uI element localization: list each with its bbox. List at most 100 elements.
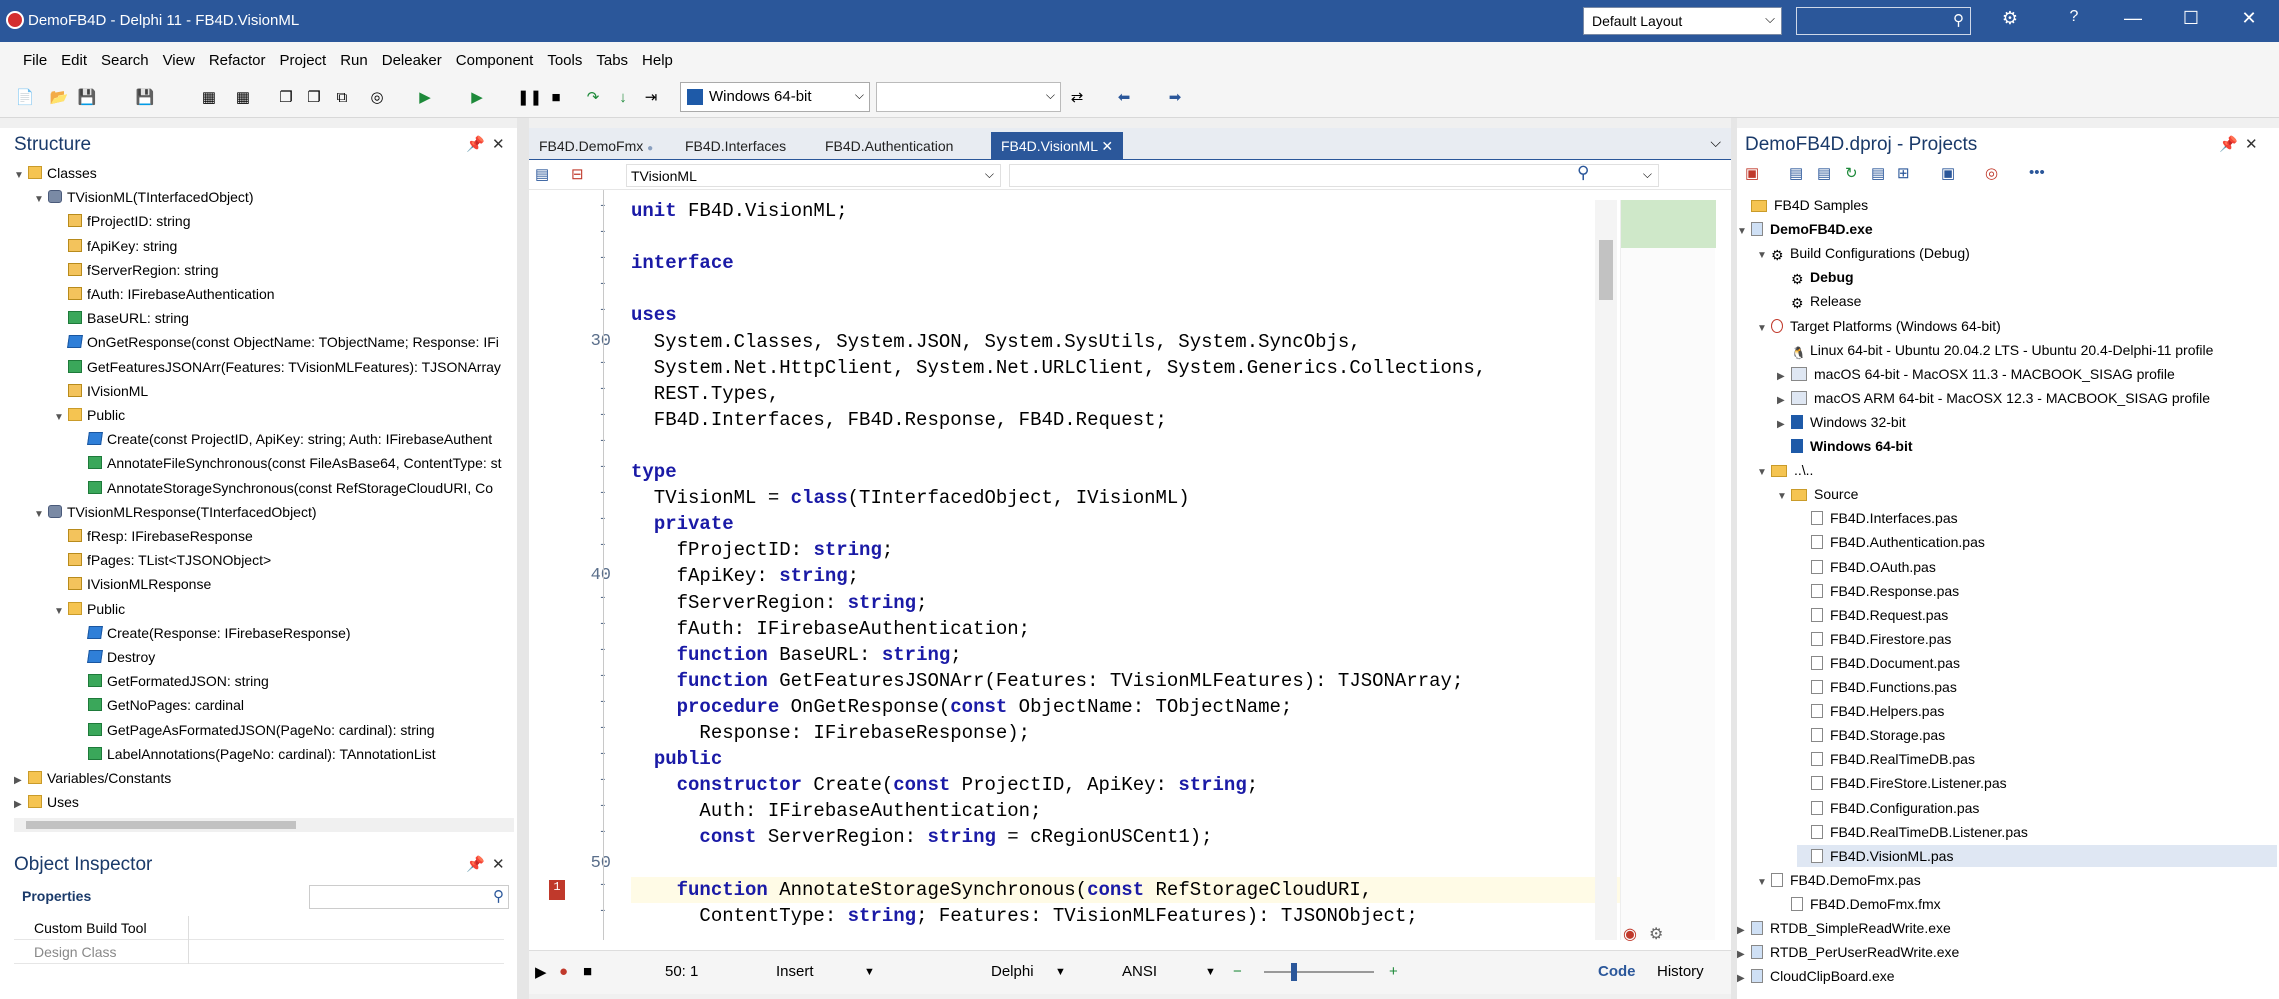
structure-item[interactable]: IVisionML — [54, 380, 148, 402]
code-line[interactable]: interface — [631, 250, 1631, 276]
property-row[interactable]: Custom Build Tool — [14, 916, 504, 940]
scrollbar-thumb[interactable] — [1599, 240, 1613, 300]
right-splitter[interactable] — [1731, 118, 1737, 999]
project-item[interactable]: ▼ Source — [1777, 483, 2277, 505]
structure-item[interactable]: ▼ Classes — [14, 162, 97, 184]
structure-item[interactable]: Create(Response: IFirebaseResponse) — [74, 622, 351, 644]
project-item[interactable]: ▶ Windows 32-bit — [1777, 411, 2277, 433]
zoom-out-icon[interactable]: − — [1233, 963, 1242, 980]
structure-item[interactable]: OnGetResponse(const ObjectName: TObjectN… — [54, 331, 499, 353]
project-item[interactable]: ▶ RTDB_PerUserReadWrite.exe — [1737, 941, 2277, 963]
new-file-icon[interactable]: 📄 — [14, 87, 36, 109]
menu-view[interactable]: View — [158, 42, 200, 69]
structure-item[interactable]: LabelAnnotations(PageNo: cardinal): TAnn… — [74, 743, 436, 765]
zoom-slider[interactable] — [1264, 963, 1374, 981]
code-line[interactable] — [631, 276, 1631, 302]
save-all-icon[interactable]: 💾 — [134, 87, 156, 109]
view-icon[interactable]: ⊞ — [1897, 164, 1910, 182]
code-line[interactable]: private — [631, 511, 1631, 537]
run-icon[interactable]: ▶ — [414, 87, 436, 109]
settings-gear-icon[interactable]: ⚙ — [1649, 924, 1663, 944]
record-macro-icon[interactable]: ● — [559, 963, 568, 980]
project-item[interactable]: FB4D.Authentication.pas — [1797, 531, 2277, 553]
structure-item[interactable]: ▼ Public — [54, 598, 125, 620]
menu-help[interactable]: Help — [637, 42, 678, 69]
project-item[interactable]: FB4D.RealTimeDB.Listener.pas — [1797, 821, 2277, 843]
menu-edit[interactable]: Edit — [56, 42, 92, 69]
code-line[interactable]: fServerRegion: string; — [631, 590, 1631, 616]
layout-combo[interactable]: Default Layout ⌵ — [1583, 7, 1782, 35]
project-item[interactable]: FB4D.Document.pas — [1797, 652, 2277, 674]
code-line[interactable]: public — [631, 746, 1631, 772]
step-over-icon[interactable]: ↷ — [582, 87, 604, 109]
project-item[interactable]: ▼ ..\.. — [1757, 459, 2277, 481]
sync-icon[interactable]: ▤ — [1789, 164, 1803, 182]
structure-item[interactable]: fPages: TList<TJSONObject> — [54, 549, 271, 571]
project-item[interactable]: ⚙ Release — [1777, 290, 2277, 312]
code-area[interactable]: unit FB4D.VisionML; interface uses System.… — [631, 190, 1691, 940]
method-navigator-combo[interactable]: ⌵ — [1009, 164, 1659, 187]
structure-view-icon[interactable]: ▤ — [535, 165, 549, 183]
tab-code[interactable]: Code — [1598, 963, 1636, 980]
target-platform-combo[interactable]: Windows 64-bit ⌵ — [680, 82, 870, 112]
structure-item[interactable]: ▼ TVisionMLResponse(TInterfacedObject) — [34, 501, 317, 523]
toggle-form-unit-icon[interactable]: ⧉ — [331, 87, 353, 109]
refresh-icon[interactable]: ↻ — [1845, 164, 1858, 182]
menu-deleaker[interactable]: Deleaker — [377, 42, 447, 69]
code-line[interactable]: uses — [631, 302, 1631, 328]
expand-chevron-icon[interactable]: ▶ — [14, 770, 28, 792]
code-line[interactable] — [631, 433, 1631, 459]
close-icon[interactable]: ✕ — [492, 135, 505, 153]
project-item[interactable]: ▼ FB4D.DemoFmx.pas — [1757, 869, 2277, 891]
code-line[interactable]: unit FB4D.VisionML; — [631, 198, 1631, 224]
pin-icon[interactable]: 📌 — [466, 855, 485, 873]
project-item[interactable]: ▼ ⚙ Build Configurations (Debug) — [1757, 242, 2277, 264]
structure-item[interactable]: GetFormatedJSON: string — [74, 670, 269, 692]
project-item[interactable]: FB4D.VisionML.pas — [1797, 844, 2277, 867]
code-minimap[interactable] — [1620, 200, 1716, 940]
code-line[interactable]: fProjectID: string; — [631, 537, 1631, 563]
bookmark-icon[interactable]: 1 — [549, 879, 565, 900]
left-splitter[interactable] — [517, 118, 529, 999]
code-line[interactable]: TVisionML = class(TInterfacedObject, IVi… — [631, 485, 1631, 511]
structure-item[interactable]: IVisionMLResponse — [54, 573, 211, 595]
pin-icon[interactable]: 📌 — [2219, 135, 2238, 153]
code-line[interactable]: REST.Types, — [631, 381, 1631, 407]
expand-chevron-icon[interactable]: ▼ — [34, 504, 48, 526]
structure-item[interactable]: GetPageAsFormatedJSON(PageNo: cardinal):… — [74, 719, 435, 741]
structure-item[interactable]: GetFeaturesJSONArr(Features: TVisionMLFe… — [54, 356, 501, 378]
expand-chevron-icon[interactable]: ▼ — [1777, 486, 1791, 508]
structure-item[interactable]: fAuth: IFirebaseAuthentication — [54, 283, 275, 305]
ide-search-input[interactable]: ⚲ — [1796, 7, 1971, 35]
structure-item[interactable]: GetNoPages: cardinal — [74, 694, 244, 716]
stop-icon[interactable]: ■ — [545, 87, 567, 109]
expand-chevron-icon[interactable]: ▼ — [14, 165, 28, 187]
code-line[interactable]: function BaseURL: string; — [631, 642, 1631, 668]
chevron-down-icon[interactable]: ▼ — [1055, 966, 1066, 978]
tab-fb4d-demofmx[interactable]: FB4D.DemoFmx ● — [529, 132, 663, 160]
help-icon[interactable]: ? — [2059, 8, 2089, 26]
menu-tools[interactable]: Tools — [542, 42, 587, 69]
project-item[interactable]: Windows 64-bit — [1777, 435, 2277, 457]
project-item[interactable]: FB4D.Firestore.pas — [1797, 628, 2277, 650]
minimap-viewport[interactable] — [1621, 200, 1716, 248]
menu-tabs[interactable]: Tabs — [591, 42, 633, 69]
encoding-selector[interactable]: ANSI — [1122, 963, 1157, 980]
project-item[interactable]: ▶ RTDB_SimpleReadWrite.exe — [1737, 917, 2277, 939]
run-without-debug-icon[interactable]: ▶ — [466, 87, 488, 109]
vertical-scrollbar[interactable] — [1595, 200, 1617, 940]
structure-item[interactable]: ▶ Uses — [14, 791, 79, 813]
zoom-slider-thumb[interactable] — [1291, 963, 1297, 981]
view-form-icon[interactable]: ❐ — [303, 87, 325, 109]
tab-list-chevron-icon[interactable]: ⌵ — [1710, 134, 1721, 151]
pause-icon[interactable]: ❚❚ — [517, 87, 542, 109]
code-line[interactable]: const ServerRegion: string = cRegionUSCe… — [631, 824, 1631, 850]
stop-macro-icon[interactable]: ■ — [583, 963, 592, 980]
delphi-app-icon[interactable] — [6, 11, 24, 29]
expand-chevron-icon[interactable]: ▶ — [1737, 944, 1751, 966]
chevron-down-icon[interactable]: ▼ — [1205, 966, 1216, 978]
project-item[interactable]: ▶ macOS 64-bit - MacOSX 11.3 - MACBOOK_SI… — [1777, 363, 2277, 385]
configuration-combo[interactable]: ⌵ — [876, 82, 1061, 112]
project-item[interactable]: FB4D.Interfaces.pas — [1797, 507, 2277, 529]
code-line[interactable]: System.Net.HttpClient, System.Net.URLCli… — [631, 355, 1631, 381]
